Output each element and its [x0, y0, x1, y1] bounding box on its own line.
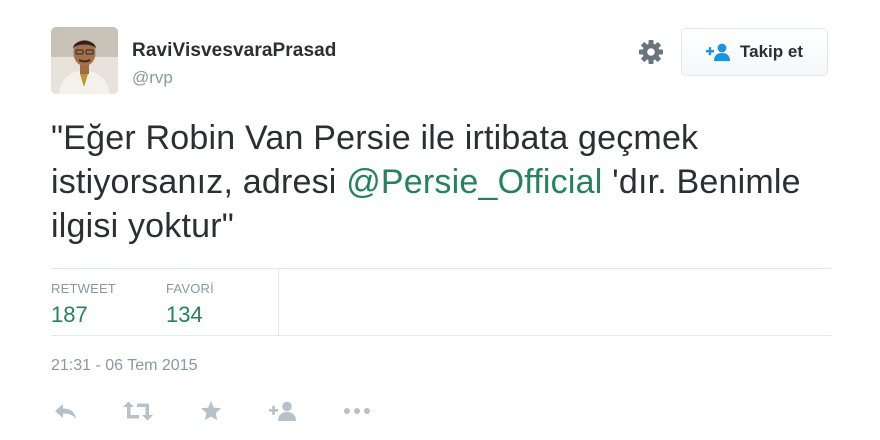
favorite-count: 134	[166, 302, 203, 327]
retweet-stat[interactable]: RETWEET 187	[51, 281, 116, 328]
retweet-icon[interactable]	[123, 396, 153, 426]
favorite-icon[interactable]	[200, 396, 222, 426]
gear-icon[interactable]	[637, 38, 665, 66]
reply-icon[interactable]	[53, 396, 79, 426]
mention-link[interactable]: @Persie_Official	[346, 163, 602, 201]
avatar[interactable]	[51, 27, 118, 94]
follow-button-label: Takip et	[740, 42, 803, 61]
tweet-text: "Eğer Robin Van Persie ile irtibata geçm…	[51, 116, 841, 248]
tweet-card: RaviVisvesvaraPrasad @rvp Takip et "Eğer	[0, 0, 880, 440]
avatar-image	[51, 27, 118, 94]
timestamp[interactable]: 21:31 - 06 Tem 2015	[51, 357, 197, 375]
user-handle[interactable]: @rvp	[132, 68, 173, 88]
divider	[51, 268, 831, 269]
divider	[51, 335, 831, 336]
retweet-count: 187	[51, 302, 88, 327]
add-user-icon	[706, 43, 730, 61]
favorite-stat[interactable]: FAVORİ 134	[166, 281, 214, 328]
retweet-stat-label: RETWEET	[51, 281, 116, 296]
follow-button[interactable]: Takip et	[681, 28, 828, 76]
display-name[interactable]: RaviVisvesvaraPrasad	[132, 40, 336, 62]
follow-icon[interactable]	[269, 396, 297, 426]
divider	[278, 269, 279, 335]
more-icon[interactable]	[343, 396, 371, 426]
favorite-stat-label: FAVORİ	[166, 281, 214, 296]
